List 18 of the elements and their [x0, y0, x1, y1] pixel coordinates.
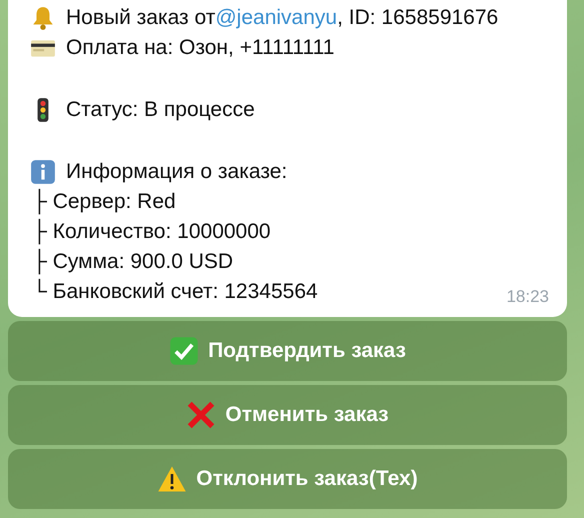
message-text: ├ Количество: 10000000 [32, 220, 271, 244]
message-time: 18:23 [506, 287, 549, 307]
inline-keyboard-button[interactable]: Отменить заказ [8, 385, 567, 445]
inline-keyboard-button[interactable]: Отклонить заказ(Тех) [8, 449, 567, 509]
check-mark-icon [169, 336, 200, 366]
username-link[interactable]: @jeanivanyu [215, 6, 338, 30]
warning-icon [157, 464, 188, 494]
message-text: └ Банковский счет: 12345564 [32, 280, 318, 304]
message-text: ├ Сумма: 900.0 USD [32, 250, 234, 274]
cross-icon [186, 400, 216, 430]
message-text: Оплата на: Озон, +11111111 [66, 36, 334, 60]
info-icon [30, 159, 56, 185]
inline-keyboard-button[interactable]: Подтвердить заказ [8, 321, 567, 381]
message-text: Статус: В процессе [66, 98, 255, 122]
message-text: Информация о заказе: [66, 160, 288, 184]
message-text: ├ Сервер: Red [32, 190, 176, 214]
message-text: Новый заказ от [66, 6, 216, 30]
message-text: , ID: 1658591676 [337, 6, 498, 30]
